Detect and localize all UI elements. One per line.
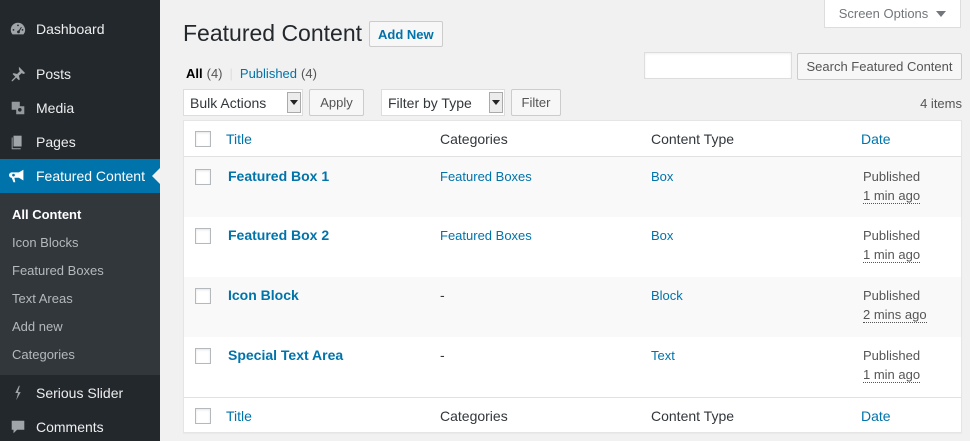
pin-icon — [0, 65, 36, 83]
column-categories: Categories — [440, 131, 508, 147]
comment-icon — [0, 418, 36, 436]
menu-label: Pages — [36, 134, 76, 150]
submenu-add-new[interactable]: Add new — [12, 319, 63, 334]
submenu-all-content[interactable]: All Content — [12, 207, 81, 222]
row-title-link[interactable]: Featured Box 2 — [228, 227, 329, 243]
row-checkbox[interactable] — [195, 288, 211, 304]
row-time: 1 min ago — [863, 247, 921, 263]
screen-options-button[interactable]: Screen Options — [824, 0, 961, 28]
menu-label: Serious Slider — [36, 385, 124, 401]
column-content-type: Content Type — [651, 131, 735, 147]
column-categories-footer: Categories — [440, 408, 508, 424]
row-type-link[interactable]: Box — [651, 228, 673, 243]
row-type-link[interactable]: Box — [651, 169, 673, 184]
menu-label: Dashboard — [36, 21, 105, 37]
caret-down-icon — [936, 10, 947, 17]
pages-icon — [0, 133, 36, 151]
submenu-categories[interactable]: Categories — [12, 347, 75, 362]
row-category: - — [440, 347, 445, 363]
menu-label: Comments — [36, 419, 104, 435]
dashboard-icon — [0, 20, 36, 38]
view-published-count: (4) — [301, 66, 317, 81]
view-all-label[interactable]: All — [186, 66, 203, 81]
menu-media[interactable]: Media — [0, 91, 160, 125]
admin-sidebar: Dashboard Posts Media Pages Featured Con… — [0, 0, 160, 441]
row-title-link[interactable]: Icon Block — [228, 287, 299, 303]
row-time: 1 min ago — [863, 188, 921, 204]
column-content-type-footer: Content Type — [651, 408, 735, 424]
search-input[interactable] — [644, 52, 792, 79]
table-header: Title Categories Content Type Date — [184, 121, 961, 157]
select-all-checkbox[interactable] — [195, 131, 211, 147]
menu-posts[interactable]: Posts — [0, 57, 160, 91]
row-status: Published — [863, 228, 921, 243]
filter-button[interactable]: Filter — [511, 89, 561, 116]
column-date[interactable]: Date — [861, 131, 891, 147]
menu-dashboard[interactable]: Dashboard — [0, 12, 160, 46]
add-new-button[interactable]: Add New — [369, 21, 443, 47]
row-checkbox[interactable] — [195, 348, 211, 364]
status-views: All (4) | Published (4) — [186, 66, 317, 81]
row-title-link[interactable]: Featured Box 1 — [228, 168, 329, 184]
row-title-link[interactable]: Special Text Area — [228, 347, 343, 363]
row-type-link[interactable]: Block — [651, 288, 683, 303]
select-all-checkbox-footer[interactable] — [195, 408, 211, 424]
table-row: Special Text Area - Text Published 1 min… — [184, 337, 961, 397]
media-icon — [0, 99, 36, 117]
current-arrow — [152, 168, 160, 184]
row-time: 2 mins ago — [863, 307, 927, 323]
table-row: Featured Box 1 Featured Boxes Box Publis… — [184, 157, 961, 217]
content-table: Title Categories Content Type Date Featu… — [183, 120, 962, 433]
column-title-footer[interactable]: Title — [226, 408, 252, 424]
apply-button[interactable]: Apply — [309, 89, 364, 116]
row-checkbox[interactable] — [195, 169, 211, 185]
view-separator: | — [229, 66, 233, 81]
table-row: Icon Block - Block Published 2 mins ago — [184, 277, 961, 337]
filter-type-value: Filter by Type — [388, 94, 472, 111]
megaphone-icon — [0, 167, 36, 185]
row-status: Published — [863, 169, 921, 184]
column-date-footer[interactable]: Date — [861, 408, 891, 424]
submenu-featured-boxes[interactable]: Featured Boxes — [12, 263, 104, 278]
menu-featured-content[interactable]: Featured Content — [0, 159, 160, 193]
view-all-count: (4) — [206, 66, 223, 81]
menu-serious-slider[interactable]: Serious Slider — [0, 376, 160, 410]
items-count: 4 items — [920, 96, 962, 111]
table-footer: Title Categories Content Type Date — [184, 397, 961, 433]
search-button[interactable]: Search Featured Content — [797, 53, 962, 80]
screen-options-label: Screen Options — [838, 6, 929, 21]
menu-comments[interactable]: Comments — [0, 410, 160, 441]
row-time: 1 min ago — [863, 367, 921, 383]
slider-icon — [0, 384, 36, 402]
chevron-down-icon — [489, 92, 503, 113]
row-category-link[interactable]: Featured Boxes — [440, 169, 532, 184]
view-published-link[interactable]: Published — [240, 66, 297, 81]
menu-label: Posts — [36, 66, 72, 82]
submenu-icon-blocks[interactable]: Icon Blocks — [12, 235, 78, 250]
menu-pages[interactable]: Pages — [0, 125, 160, 159]
row-status: Published — [863, 348, 921, 363]
bulk-actions-select[interactable]: Bulk Actions — [183, 89, 303, 116]
column-title[interactable]: Title — [226, 131, 252, 147]
row-status: Published — [863, 288, 921, 303]
row-checkbox[interactable] — [195, 228, 211, 244]
submenu-text-areas[interactable]: Text Areas — [12, 291, 73, 306]
table-row: Featured Box 2 Featured Boxes Box Publis… — [184, 217, 961, 277]
filter-type-select[interactable]: Filter by Type — [381, 89, 505, 116]
row-category: - — [440, 287, 445, 303]
row-type-link[interactable]: Text — [651, 348, 675, 363]
menu-label: Featured Content — [36, 168, 145, 184]
chevron-down-icon — [287, 92, 301, 113]
menu-label: Media — [36, 100, 75, 116]
row-category-link[interactable]: Featured Boxes — [440, 228, 532, 243]
featured-content-submenu: All Content Icon Blocks Featured Boxes T… — [0, 193, 160, 375]
page-title: Featured Content — [183, 20, 363, 46]
bulk-actions-value: Bulk Actions — [190, 94, 267, 111]
